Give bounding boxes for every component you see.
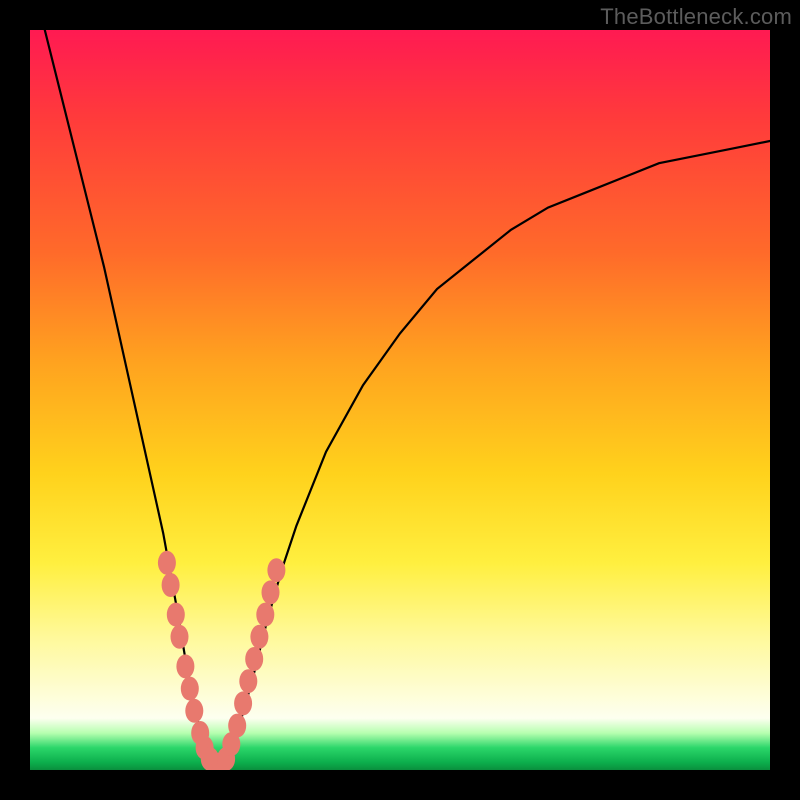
curve-layer [45,30,770,770]
outer-frame: TheBottleneck.com [0,0,800,800]
plot-area [30,30,770,770]
highlight-dot [250,625,268,649]
highlight-dot [262,580,280,604]
chart-svg [30,30,770,770]
highlight-dot [239,669,257,693]
bottleneck-curve [45,30,770,770]
highlight-dot [228,714,246,738]
highlight-dot [162,573,180,597]
highlight-dot [171,625,189,649]
highlight-dot [181,677,199,701]
highlight-dot [158,551,176,575]
highlight-dot [234,691,252,715]
highlight-dot [185,699,203,723]
watermark-text: TheBottleneck.com [600,4,792,30]
marker-layer [158,551,286,770]
highlight-dot [176,654,194,678]
highlight-dot [167,603,185,627]
highlight-dot [245,647,263,671]
highlight-dot [256,603,274,627]
highlight-dot [267,558,285,582]
